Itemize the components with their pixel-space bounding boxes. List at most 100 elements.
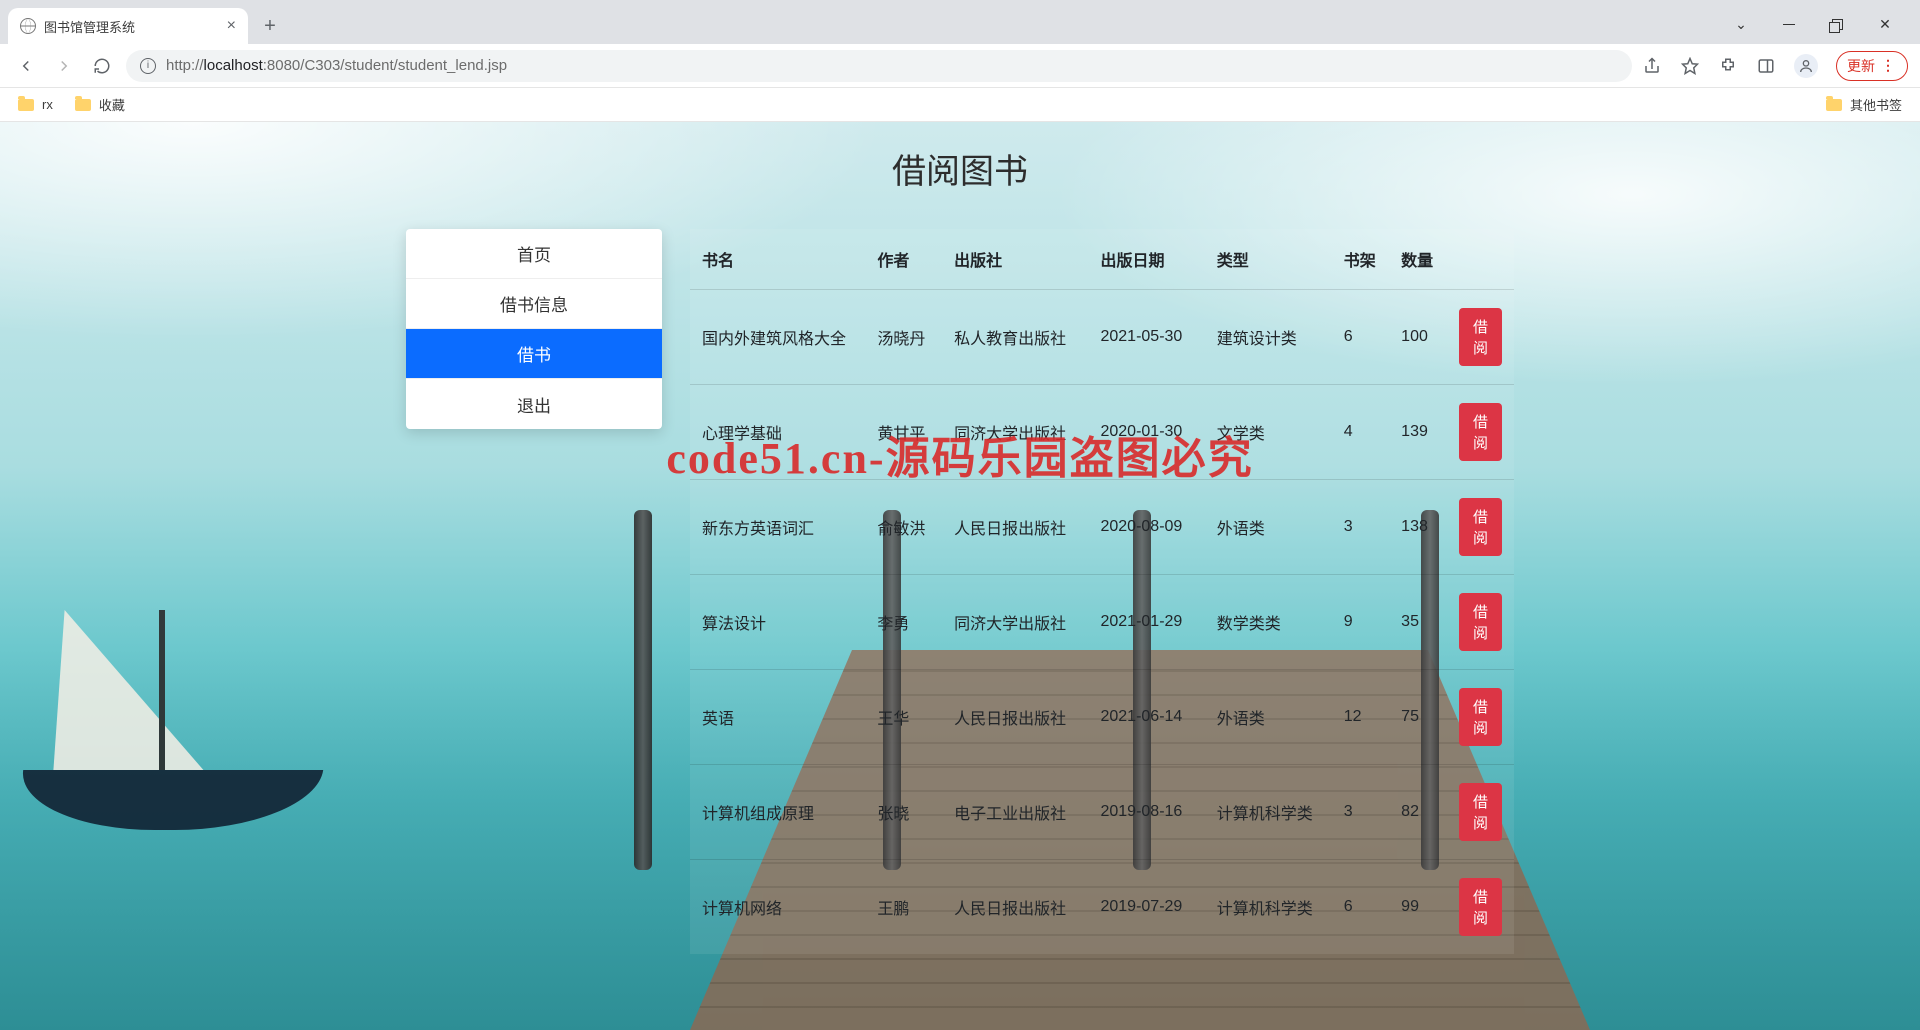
cell-type: 计算机科学类 <box>1205 765 1332 860</box>
borrow-button[interactable]: 借阅 <box>1459 878 1502 936</box>
browser-tab[interactable]: 图书馆管理系统 × <box>8 8 248 44</box>
table-row: 新东方英语词汇俞敏洪人民日报出版社2020-08-09外语类3138借阅 <box>690 480 1514 575</box>
profile-avatar-icon[interactable] <box>1794 54 1818 78</box>
bookmarks-bar: rx 收藏 其他书签 <box>0 88 1920 122</box>
globe-icon <box>20 18 36 34</box>
cell-shelf: 12 <box>1332 670 1389 765</box>
window-close-icon[interactable] <box>1862 8 1908 40</box>
bookmark-item[interactable]: 收藏 <box>75 95 125 114</box>
menu-lend-info[interactable]: 借书信息 <box>406 279 662 329</box>
cell-publisher: 私人教育出版社 <box>942 290 1088 385</box>
cell-action: 借阅 <box>1447 670 1514 765</box>
cell-qty: 138 <box>1389 480 1447 575</box>
tab-title: 图书馆管理系统 <box>44 17 135 36</box>
cell-action: 借阅 <box>1447 290 1514 385</box>
other-bookmarks[interactable]: 其他书签 <box>1826 95 1902 114</box>
borrow-button[interactable]: 借阅 <box>1459 498 1502 556</box>
books-table: 书名 作者 出版社 出版日期 类型 书架 数量 国内外建筑风格大全汤晓丹私人教育… <box>690 229 1514 954</box>
col-author: 作者 <box>865 229 942 290</box>
cell-type: 建筑设计类 <box>1205 290 1332 385</box>
table-row: 英语王华人民日报出版社2021-06-14外语类1275借阅 <box>690 670 1514 765</box>
side-menu: 首页 借书信息 借书 退出 <box>406 229 662 429</box>
cell-type: 外语类 <box>1205 480 1332 575</box>
star-icon[interactable] <box>1680 56 1700 76</box>
col-action <box>1447 229 1514 290</box>
cell-name: 国内外建筑风格大全 <box>690 290 865 385</box>
cell-date: 2019-08-16 <box>1088 765 1204 860</box>
table-row: 计算机网络王鹏人民日报出版社2019-07-29计算机科学类699借阅 <box>690 860 1514 955</box>
page-viewport: 借阅图书 首页 借书信息 借书 退出 书名 作者 出版社 出版日期 类型 书架 … <box>0 122 1920 1030</box>
borrow-button[interactable]: 借阅 <box>1459 688 1502 746</box>
cell-qty: 75 <box>1389 670 1447 765</box>
cell-qty: 139 <box>1389 385 1447 480</box>
cell-publisher: 人民日报出版社 <box>942 670 1088 765</box>
cell-date: 2019-07-29 <box>1088 860 1204 955</box>
borrow-button[interactable]: 借阅 <box>1459 308 1502 366</box>
col-qty: 数量 <box>1389 229 1447 290</box>
cell-shelf: 4 <box>1332 385 1389 480</box>
col-shelf: 书架 <box>1332 229 1389 290</box>
cell-publisher: 人民日报出版社 <box>942 860 1088 955</box>
cell-qty: 35 <box>1389 575 1447 670</box>
cell-qty: 99 <box>1389 860 1447 955</box>
cell-name: 心理学基础 <box>690 385 865 480</box>
table-row: 算法设计李勇同济大学出版社2021-01-29数学类类935借阅 <box>690 575 1514 670</box>
new-tab-button[interactable]: + <box>254 10 286 42</box>
cell-author: 黄甘平 <box>865 385 942 480</box>
side-panel-icon[interactable] <box>1756 56 1776 76</box>
extensions-icon[interactable] <box>1718 56 1738 76</box>
cell-publisher: 电子工业出版社 <box>942 765 1088 860</box>
window-minimize-icon[interactable] <box>1766 8 1812 40</box>
cell-type: 数学类类 <box>1205 575 1332 670</box>
menu-home[interactable]: 首页 <box>406 229 662 279</box>
share-icon[interactable] <box>1642 56 1662 76</box>
cell-shelf: 3 <box>1332 480 1389 575</box>
kebab-icon: ⋮ <box>1881 57 1897 74</box>
borrow-button[interactable]: 借阅 <box>1459 403 1502 461</box>
borrow-button[interactable]: 借阅 <box>1459 593 1502 651</box>
cell-name: 新东方英语词汇 <box>690 480 865 575</box>
cell-date: 2021-01-29 <box>1088 575 1204 670</box>
col-type: 类型 <box>1205 229 1332 290</box>
cell-publisher: 同济大学出版社 <box>942 575 1088 670</box>
table-row: 计算机组成原理张晓电子工业出版社2019-08-16计算机科学类382借阅 <box>690 765 1514 860</box>
forward-icon[interactable] <box>50 52 78 80</box>
cell-name: 英语 <box>690 670 865 765</box>
cell-author: 王鹏 <box>865 860 942 955</box>
cell-author: 汤晓丹 <box>865 290 942 385</box>
menu-lend[interactable]: 借书 <box>406 329 662 379</box>
col-date: 出版日期 <box>1088 229 1204 290</box>
chevron-down-icon[interactable] <box>1718 8 1764 40</box>
bookmark-item[interactable]: rx <box>18 97 53 112</box>
browser-chrome: 图书馆管理系统 × + i http://localhost:8080/C303… <box>0 0 1920 122</box>
cell-date: 2020-01-30 <box>1088 385 1204 480</box>
url-input[interactable]: i http://localhost:8080/C303/student/stu… <box>126 50 1632 82</box>
bookmark-label: 收藏 <box>99 95 125 114</box>
window-restore-icon[interactable] <box>1814 8 1860 40</box>
site-info-icon[interactable]: i <box>140 58 156 74</box>
cell-date: 2021-05-30 <box>1088 290 1204 385</box>
cell-shelf: 3 <box>1332 765 1389 860</box>
table-row: 心理学基础黄甘平同济大学出版社2020-01-30文学类4139借阅 <box>690 385 1514 480</box>
borrow-button[interactable]: 借阅 <box>1459 783 1502 841</box>
cell-qty: 100 <box>1389 290 1447 385</box>
toolbar-right: 更新 ⋮ <box>1642 51 1908 81</box>
cell-type: 计算机科学类 <box>1205 860 1332 955</box>
page-title: 借阅图书 <box>0 122 1920 193</box>
table-header-row: 书名 作者 出版社 出版日期 类型 书架 数量 <box>690 229 1514 290</box>
reload-icon[interactable] <box>88 52 116 80</box>
cell-shelf: 9 <box>1332 575 1389 670</box>
menu-logout[interactable]: 退出 <box>406 379 662 429</box>
url-text: http://localhost:8080/C303/student/stude… <box>166 57 507 74</box>
browser-update-label: 更新 <box>1847 56 1875 76</box>
tab-close-icon[interactable]: × <box>227 17 236 35</box>
cell-type: 文学类 <box>1205 385 1332 480</box>
cell-qty: 82 <box>1389 765 1447 860</box>
bookmark-label: rx <box>42 97 53 112</box>
folder-icon <box>1826 99 1842 111</box>
back-icon[interactable] <box>12 52 40 80</box>
cell-author: 俞敏洪 <box>865 480 942 575</box>
browser-update-button[interactable]: 更新 ⋮ <box>1836 51 1908 81</box>
address-bar: i http://localhost:8080/C303/student/stu… <box>0 44 1920 88</box>
cell-publisher: 人民日报出版社 <box>942 480 1088 575</box>
